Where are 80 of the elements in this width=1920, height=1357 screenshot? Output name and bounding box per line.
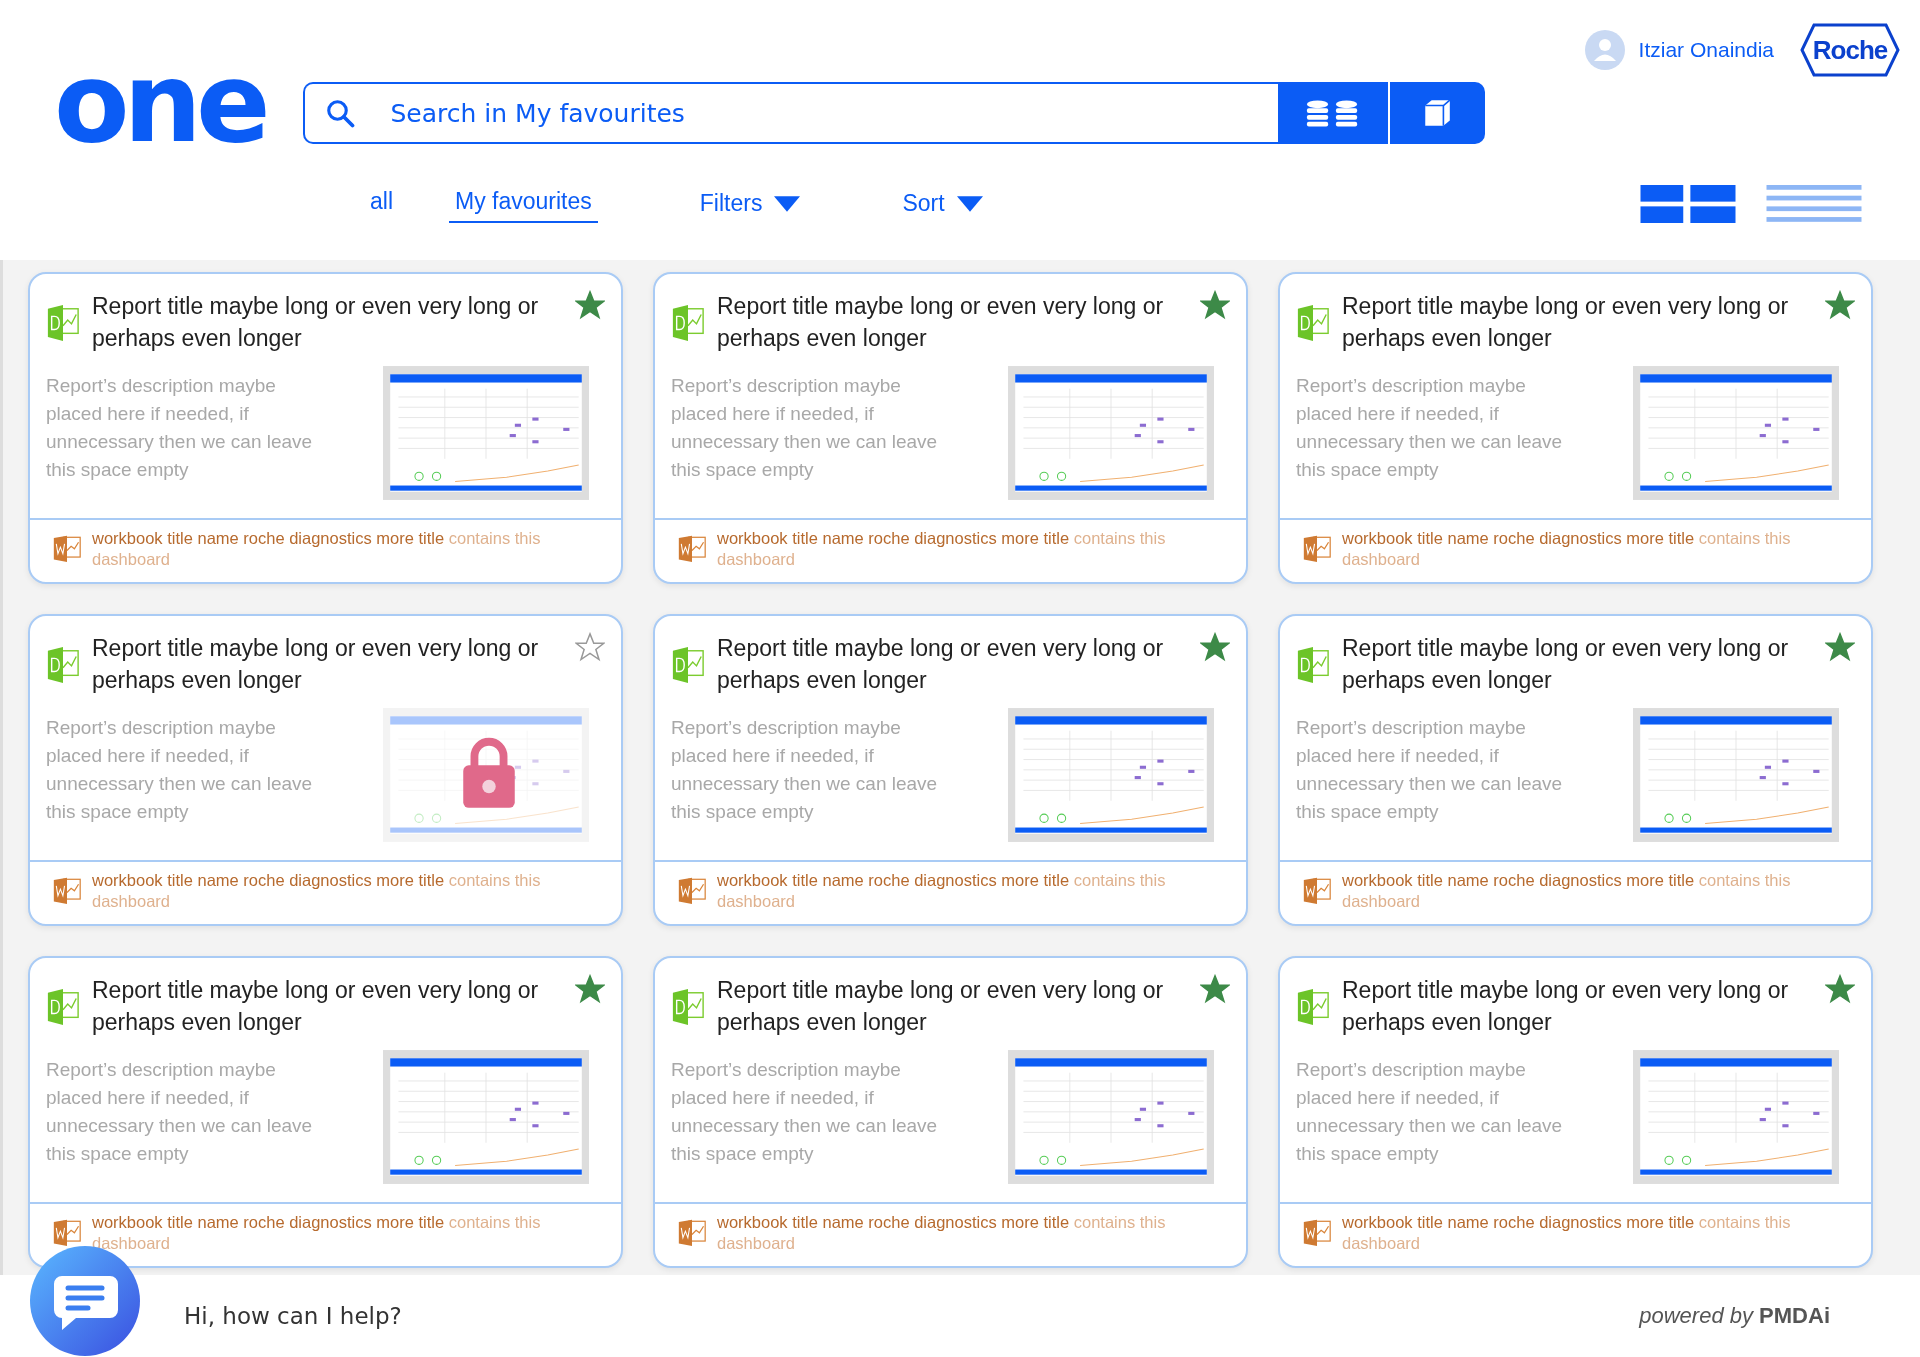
- report-description: Report’s description maybe placed here if needed, if unnecessary then we can leave this space empty: [46, 1058, 314, 1166]
- tab[interactable]: My favourites: [449, 184, 598, 223]
- report-description: Report’s description maybe placed here if needed, if unnecessary then we can leave this space empty: [671, 1058, 939, 1166]
- report-title[interactable]: Report title maybe long or even very long or perhaps even longer: [717, 974, 1188, 1038]
- workbook-link[interactable]: workbook title name roche diagnostics more title contains this dashboard: [717, 528, 1230, 570]
- star-icon[interactable]: [575, 632, 605, 662]
- workbook-link[interactable]: workbook title name roche diagnostics more title contains this dashboard: [92, 870, 605, 912]
- star-icon[interactable]: [1200, 632, 1230, 662]
- report-card[interactable]: [653, 956, 1248, 1268]
- dashboard-file-icon: [46, 986, 80, 1026]
- report-description: Report’s description maybe placed here if needed, if unnecessary then we can leave this space empty: [671, 374, 939, 482]
- star-icon[interactable]: [575, 290, 605, 320]
- dropdown-button[interactable]: Sort: [896, 189, 989, 218]
- database-button[interactable]: [1277, 82, 1388, 144]
- report-title[interactable]: Report title maybe long or even very long or perhaps even longer: [92, 632, 563, 696]
- report-card[interactable]: [1278, 614, 1873, 926]
- dashboard-file-icon: [1296, 986, 1330, 1026]
- caret-icon: [774, 195, 801, 212]
- dashboard-file-icon: [671, 302, 705, 342]
- report-card[interactable]: [28, 272, 623, 584]
- star-icon[interactable]: [1825, 974, 1855, 1004]
- report-title[interactable]: Report title maybe long or even very long or perhaps even longer: [92, 974, 563, 1038]
- report-title[interactable]: Report title maybe long or even very long or perhaps even longer: [717, 290, 1188, 354]
- star-icon[interactable]: [1200, 290, 1230, 320]
- workbook-icon: [52, 534, 82, 562]
- star-icon[interactable]: [575, 974, 605, 1004]
- tab[interactable]: all: [364, 184, 399, 223]
- workbook-link[interactable]: workbook title name roche diagnostics more title contains this dashboard: [1342, 528, 1855, 570]
- workbook-icon: [677, 534, 707, 562]
- lock-icon: [461, 736, 517, 808]
- report-card[interactable]: [1278, 956, 1873, 1268]
- workbook-icon: [52, 876, 82, 904]
- workbook-link[interactable]: workbook title name roche diagnostics more title contains this dashboard: [92, 1212, 605, 1254]
- dashboard-file-icon: [671, 986, 705, 1026]
- workbook-icon: [677, 876, 707, 904]
- brand-logo: Roche: [1800, 23, 1900, 77]
- powered-by-text: powered by PMDAi: [1639, 1303, 1830, 1329]
- dashboard-file-icon: [1296, 302, 1330, 342]
- workbook-icon: [1302, 876, 1332, 904]
- report-description: Report’s description maybe placed here if needed, if unnecessary then we can leave this space empty: [46, 374, 314, 482]
- report-description: Report’s description maybe placed here if needed, if unnecessary then we can leave this space empty: [1296, 716, 1564, 824]
- star-icon[interactable]: [1825, 290, 1855, 320]
- user-name[interactable]: Itziar Onaindia: [1638, 38, 1774, 62]
- report-title[interactable]: Report title maybe long or even very long or perhaps even longer: [1342, 632, 1813, 696]
- report-title[interactable]: Report title maybe long or even very long or perhaps even longer: [1342, 974, 1813, 1038]
- report-title[interactable]: Report title maybe long or even very long or perhaps even longer: [1342, 290, 1813, 354]
- dashboard-file-icon: [671, 644, 705, 684]
- report-description: Report’s description maybe placed here if needed, if unnecessary then we can leave this space empty: [46, 716, 314, 824]
- workbook-link[interactable]: workbook title name roche diagnostics more title contains this dashboard: [1342, 870, 1855, 912]
- workbook-icon: [1302, 534, 1332, 562]
- workbook-icon: [1302, 1218, 1332, 1246]
- report-title[interactable]: Report title maybe long or even very long or perhaps even longer: [717, 632, 1188, 696]
- workbook-link[interactable]: workbook title name roche diagnostics more title contains this dashboard: [717, 870, 1230, 912]
- workbook-link[interactable]: workbook title name roche diagnostics more title contains this dashboard: [1342, 1212, 1855, 1254]
- report-card[interactable]: [28, 614, 623, 926]
- report-title[interactable]: Report title maybe long or even very long or perhaps even longer: [92, 290, 563, 354]
- dropdown-button[interactable]: Filters: [693, 189, 807, 218]
- report-description: Report’s description maybe placed here if needed, if unnecessary then we can leave this space empty: [1296, 1058, 1564, 1166]
- search-field[interactable]: Search in My favourites: [302, 82, 1278, 144]
- report-description: Report’s description maybe placed here if needed, if unnecessary then we can leave this space empty: [1296, 374, 1564, 482]
- dashboard-file-icon: [1296, 644, 1330, 684]
- search-icon: [324, 98, 355, 128]
- star-icon[interactable]: [1200, 974, 1230, 1004]
- chat-prompt[interactable]: Hi, how can I help?: [184, 1303, 402, 1329]
- caret-icon: [956, 195, 983, 212]
- report-card[interactable]: [653, 272, 1248, 584]
- report-description: Report’s description maybe placed here if needed, if unnecessary then we can leave this space empty: [671, 716, 939, 824]
- report-card[interactable]: [28, 956, 623, 1268]
- star-icon[interactable]: [1825, 632, 1855, 662]
- report-card[interactable]: [653, 614, 1248, 926]
- dashboard-file-icon: [46, 644, 80, 684]
- workbook-link[interactable]: workbook title name roche diagnostics more title contains this dashboard: [92, 528, 605, 570]
- workbook-icon: [677, 1218, 707, 1246]
- app-logo: one: [54, 48, 265, 158]
- dashboard-file-icon: [46, 302, 80, 342]
- grid-view-icon[interactable]: [1640, 184, 1736, 223]
- workbook-icon: [52, 1218, 82, 1246]
- report-card[interactable]: [1278, 272, 1873, 584]
- workbook-link[interactable]: workbook title name roche diagnostics more title contains this dashboard: [717, 1212, 1230, 1254]
- cube-button[interactable]: [1387, 82, 1485, 144]
